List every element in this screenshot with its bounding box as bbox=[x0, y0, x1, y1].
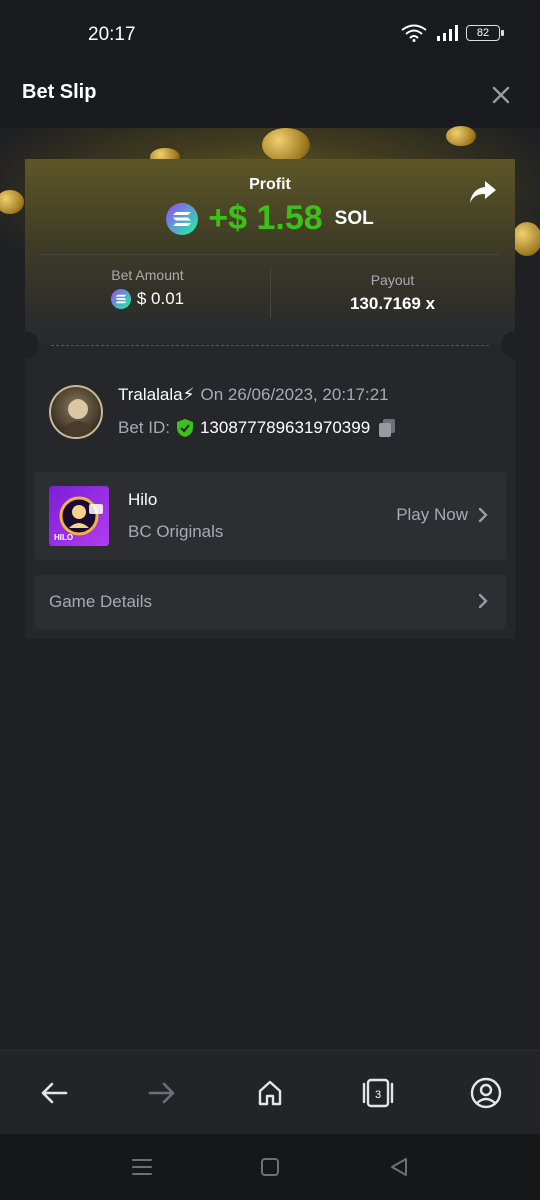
payout-label: Payout bbox=[370, 272, 415, 288]
forward-button[interactable] bbox=[142, 1073, 182, 1113]
ticket-notch bbox=[11, 331, 39, 359]
account-icon bbox=[470, 1077, 502, 1109]
bet-date: On 26/06/2023, 20:17:21 bbox=[200, 385, 389, 404]
close-button[interactable] bbox=[486, 80, 516, 110]
username[interactable]: Tralalala⚡ bbox=[118, 385, 195, 404]
menu-icon bbox=[132, 1159, 152, 1175]
bet-amount-label: Bet Amount bbox=[111, 267, 184, 283]
user-line: Tralalala⚡ On 26/06/2023, 20:17:21 bbox=[118, 385, 389, 405]
game-name: Hilo bbox=[128, 490, 158, 509]
game-details-row[interactable]: Game Details bbox=[34, 575, 506, 629]
status-bar: 20:17 82 bbox=[0, 0, 540, 60]
verified-shield-icon bbox=[176, 419, 193, 437]
coin-decoration bbox=[262, 128, 310, 162]
system-nav-bar bbox=[0, 1134, 540, 1200]
arrow-right-icon bbox=[148, 1082, 175, 1104]
coin-decoration bbox=[512, 222, 540, 256]
game-provider: BC Originals bbox=[128, 522, 224, 541]
play-now-button[interactable]: Play Now bbox=[396, 505, 488, 525]
bet-id-row: Bet ID: 130877789631970399 bbox=[118, 417, 398, 439]
game-row[interactable]: HILO Hilo BC Originals Play Now bbox=[34, 472, 506, 560]
share-icon bbox=[470, 181, 496, 203]
back-system-button[interactable] bbox=[386, 1154, 412, 1180]
recents-button[interactable] bbox=[129, 1154, 155, 1180]
game-thumb-label: HILO bbox=[54, 533, 73, 542]
avatar[interactable] bbox=[49, 385, 103, 439]
bet-amount-row: $ 0.01 bbox=[25, 289, 270, 309]
divider bbox=[40, 254, 500, 255]
battery-icon: 82 bbox=[466, 25, 504, 41]
profile-button[interactable] bbox=[466, 1073, 506, 1113]
wifi-icon bbox=[401, 24, 427, 42]
ticket-divider bbox=[51, 345, 489, 346]
page-title: Bet Slip bbox=[22, 81, 97, 103]
profit-currency: SOL bbox=[334, 207, 374, 229]
chevron-right-icon bbox=[478, 593, 488, 609]
payout-stat: Payout 130.7169 x bbox=[270, 272, 515, 314]
share-button[interactable] bbox=[469, 179, 497, 205]
solana-icon bbox=[110, 289, 131, 309]
status-time: 20:17 bbox=[88, 24, 136, 45]
arrow-left-icon bbox=[41, 1082, 68, 1104]
status-icons: 82 bbox=[400, 24, 504, 42]
home-system-button[interactable] bbox=[257, 1154, 283, 1180]
home-button[interactable] bbox=[250, 1073, 290, 1113]
tabs-button[interactable]: 3 bbox=[358, 1073, 398, 1113]
chevron-right-icon bbox=[478, 507, 488, 523]
play-now-label: Play Now bbox=[396, 505, 468, 524]
browser-nav-bar: 3 bbox=[0, 1050, 540, 1134]
bet-id-label: Bet ID: bbox=[118, 418, 170, 437]
signal-icon bbox=[437, 25, 458, 41]
coin-decoration bbox=[446, 126, 476, 146]
tabs-icon: 3 bbox=[362, 1078, 394, 1108]
game-thumbnail: HILO bbox=[49, 486, 109, 546]
profit-row: +$ 1.58 SOL bbox=[25, 199, 515, 238]
square-icon bbox=[261, 1158, 279, 1176]
back-button[interactable] bbox=[34, 1073, 74, 1113]
ticket-notch bbox=[501, 331, 529, 359]
solana-icon bbox=[166, 202, 199, 235]
tab-count: 3 bbox=[375, 1089, 381, 1101]
triangle-back-icon bbox=[391, 1158, 407, 1176]
bet-amount-value: $ 0.01 bbox=[136, 289, 185, 308]
header: Bet Slip bbox=[0, 60, 540, 128]
game-details-label: Game Details bbox=[49, 592, 152, 611]
profit-label: Profit bbox=[249, 176, 291, 193]
bet-amount-stat: Bet Amount $ 0.01 bbox=[25, 267, 270, 309]
close-icon bbox=[492, 86, 510, 104]
bet-id-value: 130877789631970399 bbox=[199, 418, 371, 437]
copy-icon[interactable] bbox=[376, 417, 398, 439]
payout-value: 130.7169 x bbox=[349, 294, 436, 313]
bet-slip-card: Profit +$ 1.58 SOL Bet Amount $ 0.01 Pay… bbox=[11, 159, 529, 639]
profit-amount: +$ 1.58 bbox=[208, 199, 323, 237]
home-icon bbox=[258, 1080, 282, 1106]
